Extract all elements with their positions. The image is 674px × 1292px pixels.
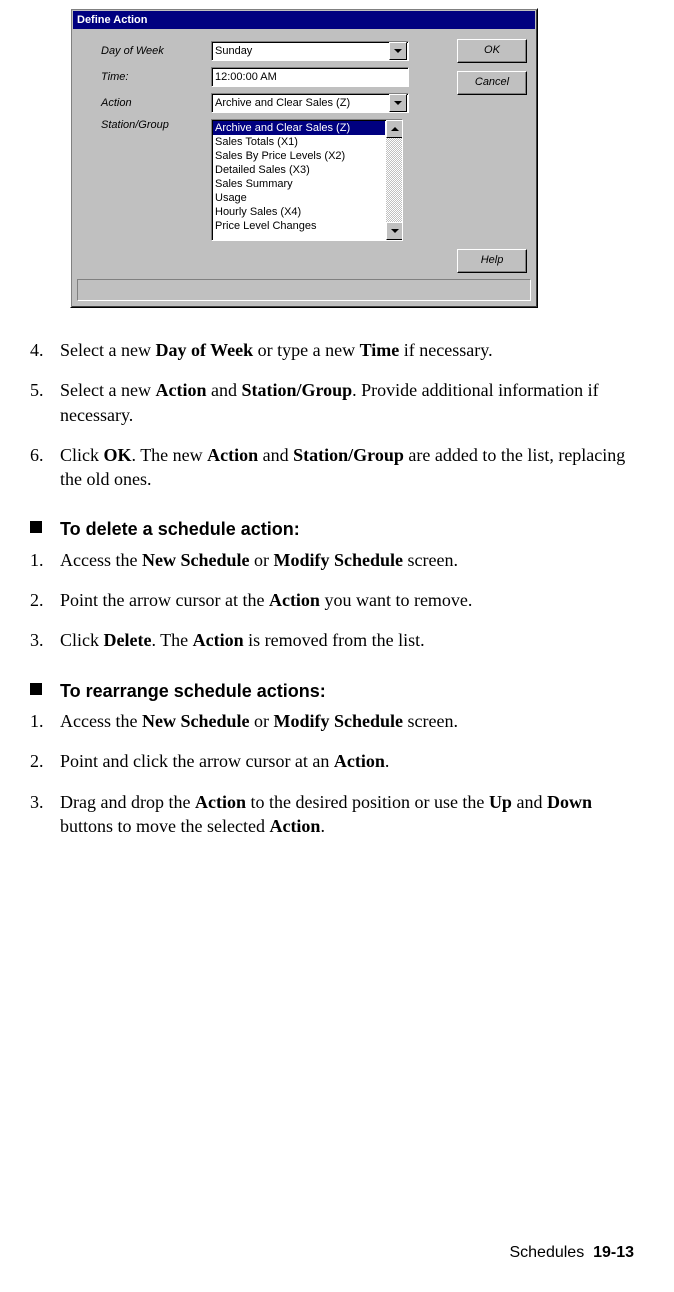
step-b3: 3. Click Delete. The Action is removed f… bbox=[30, 628, 644, 652]
step-number: 6. bbox=[30, 443, 60, 492]
step-c1: 1. Access the New Schedule or Modify Sch… bbox=[30, 709, 644, 733]
chevron-down-icon bbox=[394, 101, 402, 105]
scrollbar[interactable] bbox=[386, 120, 402, 240]
step-text: Click OK. The new Action and Station/Gro… bbox=[60, 443, 644, 492]
step-number: 2. bbox=[30, 588, 60, 612]
list-item[interactable]: Price Level Changes bbox=[213, 219, 385, 233]
step-text: Point the arrow cursor at the Action you… bbox=[60, 588, 644, 612]
step-number: 3. bbox=[30, 790, 60, 839]
station-group-label: Station/Group bbox=[101, 119, 211, 131]
footer-page-number: 19-13 bbox=[593, 1244, 634, 1261]
day-of-week-label: Day of Week bbox=[101, 45, 211, 57]
action-value: Archive and Clear Sales (Z) bbox=[215, 95, 350, 111]
step-number: 4. bbox=[30, 338, 60, 362]
status-bar bbox=[77, 279, 531, 301]
square-bullet-icon bbox=[30, 683, 42, 695]
document-body: 4. Select a new Day of Week or type a ne… bbox=[30, 338, 644, 838]
step-text: Select a new Day of Week or type a new T… bbox=[60, 338, 644, 362]
action-dropdown[interactable]: Archive and Clear Sales (Z) bbox=[211, 93, 409, 113]
day-of-week-dropdown[interactable]: Sunday bbox=[211, 41, 409, 61]
scroll-down-button[interactable] bbox=[386, 222, 403, 240]
step-text: Drag and drop the Action to the desired … bbox=[60, 790, 644, 839]
scroll-up-button[interactable] bbox=[386, 120, 403, 138]
time-value: 12:00:00 AM bbox=[215, 69, 277, 85]
heading-delete: To delete a schedule action: bbox=[30, 517, 644, 541]
footer-section: Schedules bbox=[509, 1244, 584, 1261]
day-of-week-value: Sunday bbox=[215, 43, 252, 59]
dropdown-button[interactable] bbox=[389, 94, 407, 112]
list-item[interactable]: Hourly Sales (X4) bbox=[213, 205, 385, 219]
step-c3: 3. Drag and drop the Action to the desir… bbox=[30, 790, 644, 839]
time-label: Time: bbox=[101, 71, 211, 83]
step-number: 1. bbox=[30, 548, 60, 572]
step-text: Access the New Schedule or Modify Schedu… bbox=[60, 548, 644, 572]
chevron-down-icon bbox=[391, 229, 399, 233]
list-item[interactable]: Sales Summary bbox=[213, 177, 385, 191]
chevron-down-icon bbox=[394, 49, 402, 53]
help-button[interactable]: Help bbox=[457, 249, 527, 273]
chevron-up-icon bbox=[391, 127, 399, 131]
step-text: Access the New Schedule or Modify Schedu… bbox=[60, 709, 644, 733]
step-b1: 1. Access the New Schedule or Modify Sch… bbox=[30, 548, 644, 572]
dropdown-button[interactable] bbox=[389, 42, 407, 60]
step-5: 5. Select a new Action and Station/Group… bbox=[30, 378, 644, 427]
action-listbox[interactable]: Archive and Clear Sales (Z) Sales Totals… bbox=[211, 119, 403, 241]
step-b2: 2. Point the arrow cursor at the Action … bbox=[30, 588, 644, 612]
square-bullet-icon bbox=[30, 521, 42, 533]
list-item[interactable]: Detailed Sales (X3) bbox=[213, 163, 385, 177]
scroll-track[interactable] bbox=[386, 138, 402, 222]
step-6: 6. Click OK. The new Action and Station/… bbox=[30, 443, 644, 492]
define-action-dialog: Define Action OK Cancel Day of Week Sund… bbox=[70, 8, 538, 308]
dialog-titlebar: Define Action bbox=[73, 11, 535, 29]
dialog-title: Define Action bbox=[77, 14, 148, 26]
action-label: Action bbox=[101, 97, 211, 109]
step-number: 1. bbox=[30, 709, 60, 733]
screenshot-dialog: Define Action OK Cancel Day of Week Sund… bbox=[70, 8, 644, 308]
list-item[interactable]: Sales Totals (X1) bbox=[213, 135, 385, 149]
page-footer: Schedules 19-13 bbox=[509, 1244, 634, 1262]
step-number: 3. bbox=[30, 628, 60, 652]
step-4: 4. Select a new Day of Week or type a ne… bbox=[30, 338, 644, 362]
list-item[interactable]: Usage bbox=[213, 191, 385, 205]
list-item[interactable]: Archive and Clear Sales (Z) bbox=[213, 121, 385, 135]
list-item[interactable]: Sales By Price Levels (X2) bbox=[213, 149, 385, 163]
step-number: 5. bbox=[30, 378, 60, 427]
step-number: 2. bbox=[30, 749, 60, 773]
heading-rearrange: To rearrange schedule actions: bbox=[30, 679, 644, 703]
time-input[interactable]: 12:00:00 AM bbox=[211, 67, 409, 87]
step-text: Click Delete. The Action is removed from… bbox=[60, 628, 644, 652]
step-text: Point and click the arrow cursor at an A… bbox=[60, 749, 644, 773]
step-text: Select a new Action and Station/Group. P… bbox=[60, 378, 644, 427]
step-c2: 2. Point and click the arrow cursor at a… bbox=[30, 749, 644, 773]
